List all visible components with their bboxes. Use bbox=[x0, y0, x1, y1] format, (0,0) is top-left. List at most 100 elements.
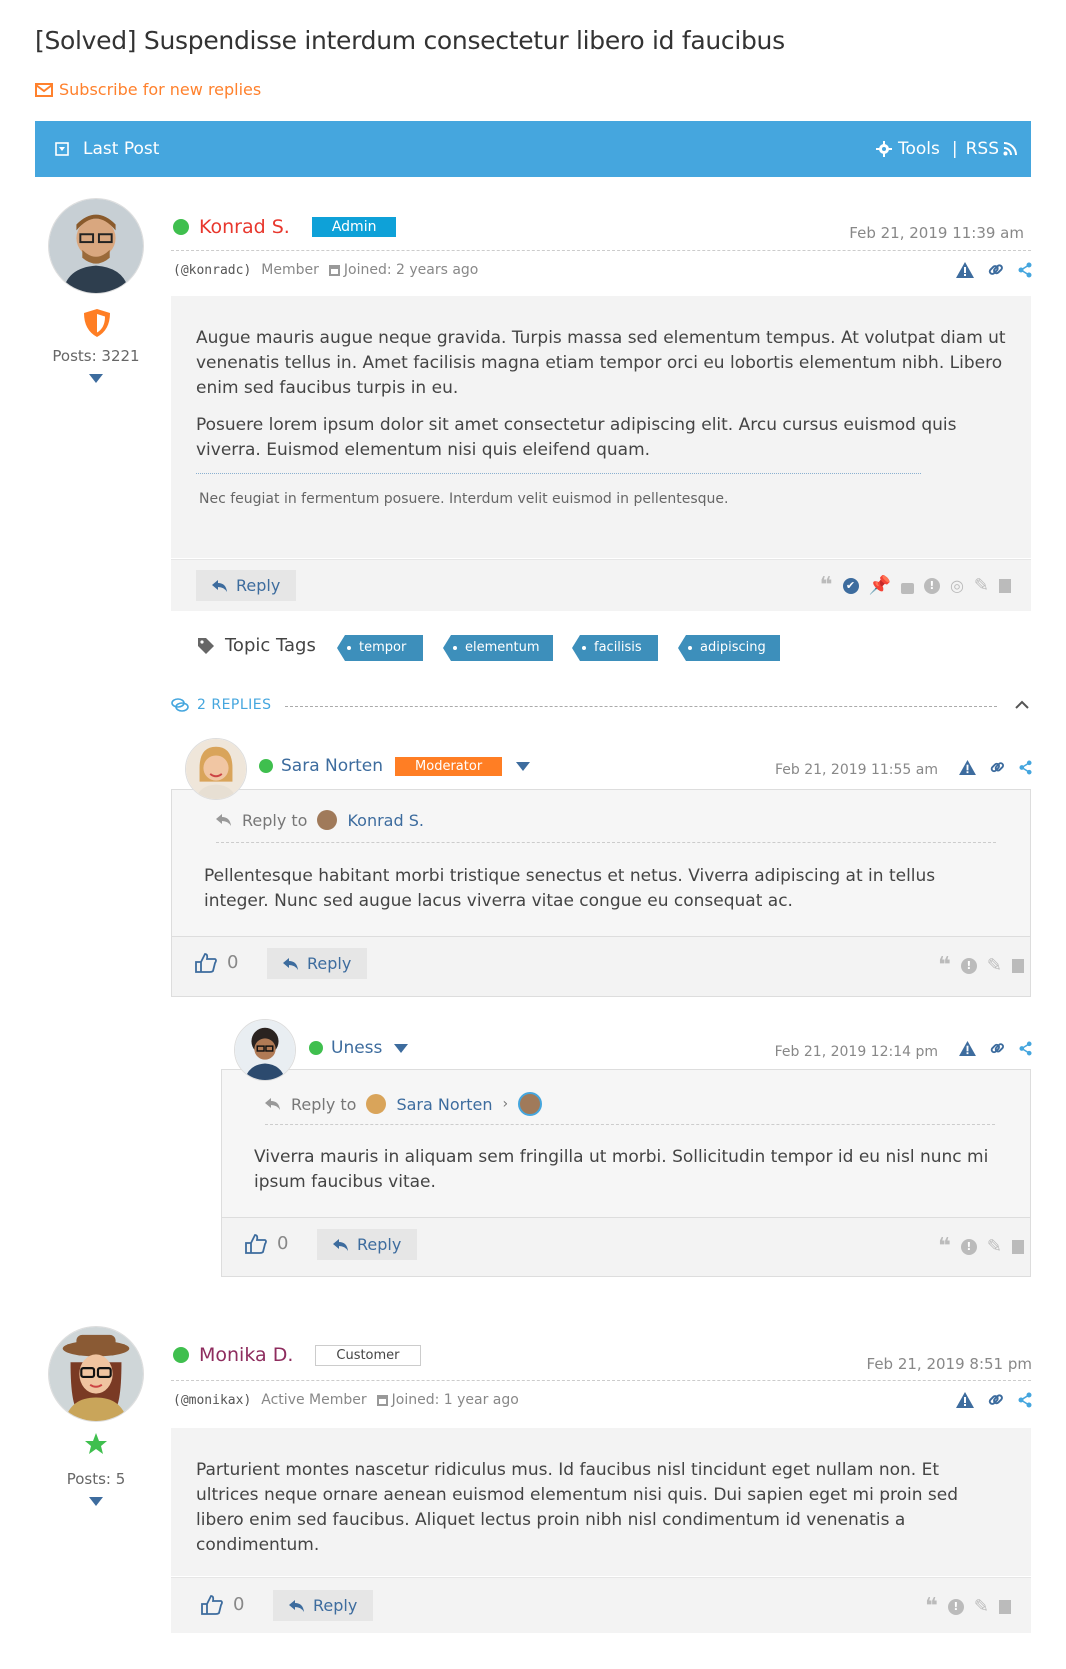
divider bbox=[171, 1380, 1031, 1381]
reply-button[interactable]: Reply bbox=[317, 1229, 418, 1260]
avatar[interactable] bbox=[234, 1019, 296, 1081]
report-icon[interactable]: ! bbox=[960, 1238, 977, 1255]
gear-icon bbox=[875, 141, 892, 157]
divider bbox=[265, 1124, 995, 1125]
thumbs-up-icon bbox=[245, 1233, 267, 1254]
author-header: Konrad S. Admin bbox=[173, 216, 397, 238]
reply-to-name[interactable]: Konrad S. bbox=[347, 811, 424, 830]
like-button[interactable]: 0 bbox=[195, 952, 238, 973]
toolbar-separator: | bbox=[951, 139, 958, 159]
tag[interactable]: facilisis bbox=[572, 635, 658, 661]
tag[interactable]: elementum bbox=[443, 635, 553, 661]
caret-down-icon[interactable] bbox=[394, 1043, 409, 1053]
role-badge: Admin bbox=[311, 217, 397, 237]
share-icon[interactable] bbox=[1019, 760, 1032, 775]
edit-icon[interactable]: ✎ bbox=[987, 955, 1002, 976]
link-icon[interactable] bbox=[988, 1392, 1004, 1408]
last-post-link[interactable]: Last Post bbox=[55, 139, 159, 159]
share-icon[interactable] bbox=[1018, 1392, 1032, 1408]
reply-to-label: Reply to bbox=[291, 1094, 357, 1114]
author-header: Monika D. Customer bbox=[173, 1344, 421, 1366]
reply-text: Pellentesque habitant morbi tristique se… bbox=[204, 866, 936, 911]
tools-button[interactable]: Tools bbox=[875, 139, 940, 159]
trash-icon[interactable] bbox=[999, 578, 1011, 593]
solved-icon[interactable]: ✔ bbox=[842, 577, 859, 594]
lock-icon[interactable] bbox=[900, 583, 914, 594]
author-name[interactable]: Sara Norten bbox=[281, 756, 383, 776]
post-content-box: Augue mauris augue neque gravida. Turpis… bbox=[171, 296, 1031, 558]
warning-icon[interactable] bbox=[959, 1041, 976, 1056]
mini-avatar[interactable] bbox=[518, 1092, 543, 1116]
reply-icon bbox=[265, 1098, 280, 1110]
share-icon[interactable] bbox=[1018, 262, 1032, 278]
tag[interactable]: tempor bbox=[337, 635, 423, 661]
moderation-actions: ❝ ✔ 📌 ! ◎ ✎ bbox=[820, 574, 1011, 596]
thumbs-up-icon bbox=[201, 1594, 223, 1615]
edit-icon[interactable]: ✎ bbox=[974, 1596, 989, 1617]
rss-icon bbox=[1003, 142, 1017, 156]
hide-icon[interactable]: ◎ bbox=[950, 576, 964, 595]
reply-button[interactable]: Reply bbox=[196, 570, 297, 601]
author-name[interactable]: Monika D. bbox=[199, 1344, 293, 1366]
trash-icon[interactable] bbox=[1012, 1239, 1024, 1254]
reply-button[interactable]: Reply bbox=[267, 948, 368, 979]
pin-icon[interactable]: 📌 bbox=[869, 575, 891, 596]
reply-label: Reply bbox=[357, 1235, 402, 1254]
edit-icon[interactable]: ✎ bbox=[987, 1236, 1002, 1257]
topic-toolbar: Last Post Tools | RSS bbox=[35, 121, 1031, 177]
mini-avatar bbox=[317, 810, 338, 830]
trash-icon[interactable] bbox=[999, 1599, 1011, 1614]
reply-to-name[interactable]: Sara Norten bbox=[396, 1095, 492, 1114]
quote-icon[interactable]: ❝ bbox=[938, 954, 951, 976]
chevron-up-icon[interactable] bbox=[1015, 700, 1029, 709]
avatar[interactable] bbox=[48, 198, 144, 294]
warning-icon[interactable] bbox=[956, 262, 974, 278]
link-icon[interactable] bbox=[988, 262, 1004, 278]
avatar[interactable] bbox=[48, 1326, 144, 1422]
link-icon[interactable] bbox=[990, 760, 1005, 775]
shield-icon bbox=[84, 309, 110, 337]
like-button[interactable]: 0 bbox=[245, 1233, 288, 1254]
caret-down-icon[interactable] bbox=[89, 374, 103, 383]
online-indicator bbox=[309, 1041, 323, 1055]
author-handle: (@konradc) bbox=[173, 262, 252, 278]
link-icon[interactable] bbox=[990, 1041, 1005, 1056]
quote-icon[interactable]: ❝ bbox=[938, 1235, 951, 1257]
reply-button[interactable]: Reply bbox=[273, 1590, 374, 1621]
reply-moderation-actions: ❝ ! ✎ bbox=[938, 1235, 1024, 1257]
caret-down-icon[interactable] bbox=[516, 761, 531, 771]
avatar[interactable] bbox=[185, 738, 247, 800]
warning-icon[interactable] bbox=[956, 1392, 974, 1408]
author-name[interactable]: Konrad S. bbox=[199, 216, 290, 238]
like-button[interactable]: 0 bbox=[201, 1594, 244, 1615]
quote-icon[interactable]: ❝ bbox=[820, 574, 833, 596]
like-count: 0 bbox=[233, 1594, 245, 1615]
topic-tags-label-wrap: Topic Tags bbox=[197, 635, 316, 656]
tag[interactable]: adipiscing bbox=[678, 635, 780, 661]
post-count: Posts: 5 bbox=[66, 1470, 126, 1488]
rss-link[interactable]: RSS bbox=[966, 139, 1017, 159]
author-meta: (@konradc) Member Joined: 2 years ago bbox=[173, 262, 478, 278]
report-icon[interactable]: ! bbox=[960, 957, 977, 974]
author-name[interactable]: Uness bbox=[331, 1038, 382, 1058]
warning-icon[interactable] bbox=[959, 760, 976, 775]
joined-text: Joined: 2 years ago bbox=[343, 262, 479, 278]
like-count: 0 bbox=[277, 1233, 289, 1254]
post-actions-bar: 0 Reply ❝ ! ✎ bbox=[171, 1577, 1031, 1633]
calendar-icon bbox=[376, 1394, 388, 1406]
report-icon[interactable]: ! bbox=[923, 577, 940, 594]
trash-icon[interactable] bbox=[1012, 958, 1024, 973]
report-icon[interactable]: ! bbox=[947, 1598, 964, 1615]
author-handle: (@monikax) bbox=[173, 1392, 252, 1408]
replies-count: 2 REPLIES bbox=[197, 697, 272, 713]
reply-icon bbox=[212, 579, 227, 592]
subscribe-link[interactable]: Subscribe for new replies bbox=[35, 80, 261, 99]
caret-down-icon[interactable] bbox=[89, 1497, 103, 1506]
share-icon[interactable] bbox=[1019, 1041, 1032, 1056]
sara-avatar-image bbox=[186, 739, 246, 799]
quote-icon[interactable]: ❝ bbox=[925, 1595, 938, 1617]
divider bbox=[171, 250, 1031, 251]
signature: Nec feugiat in fermentum posuere. Interd… bbox=[199, 491, 729, 507]
reply-text: Viverra mauris in aliquam sem fringilla … bbox=[254, 1147, 989, 1192]
edit-icon[interactable]: ✎ bbox=[974, 575, 989, 596]
